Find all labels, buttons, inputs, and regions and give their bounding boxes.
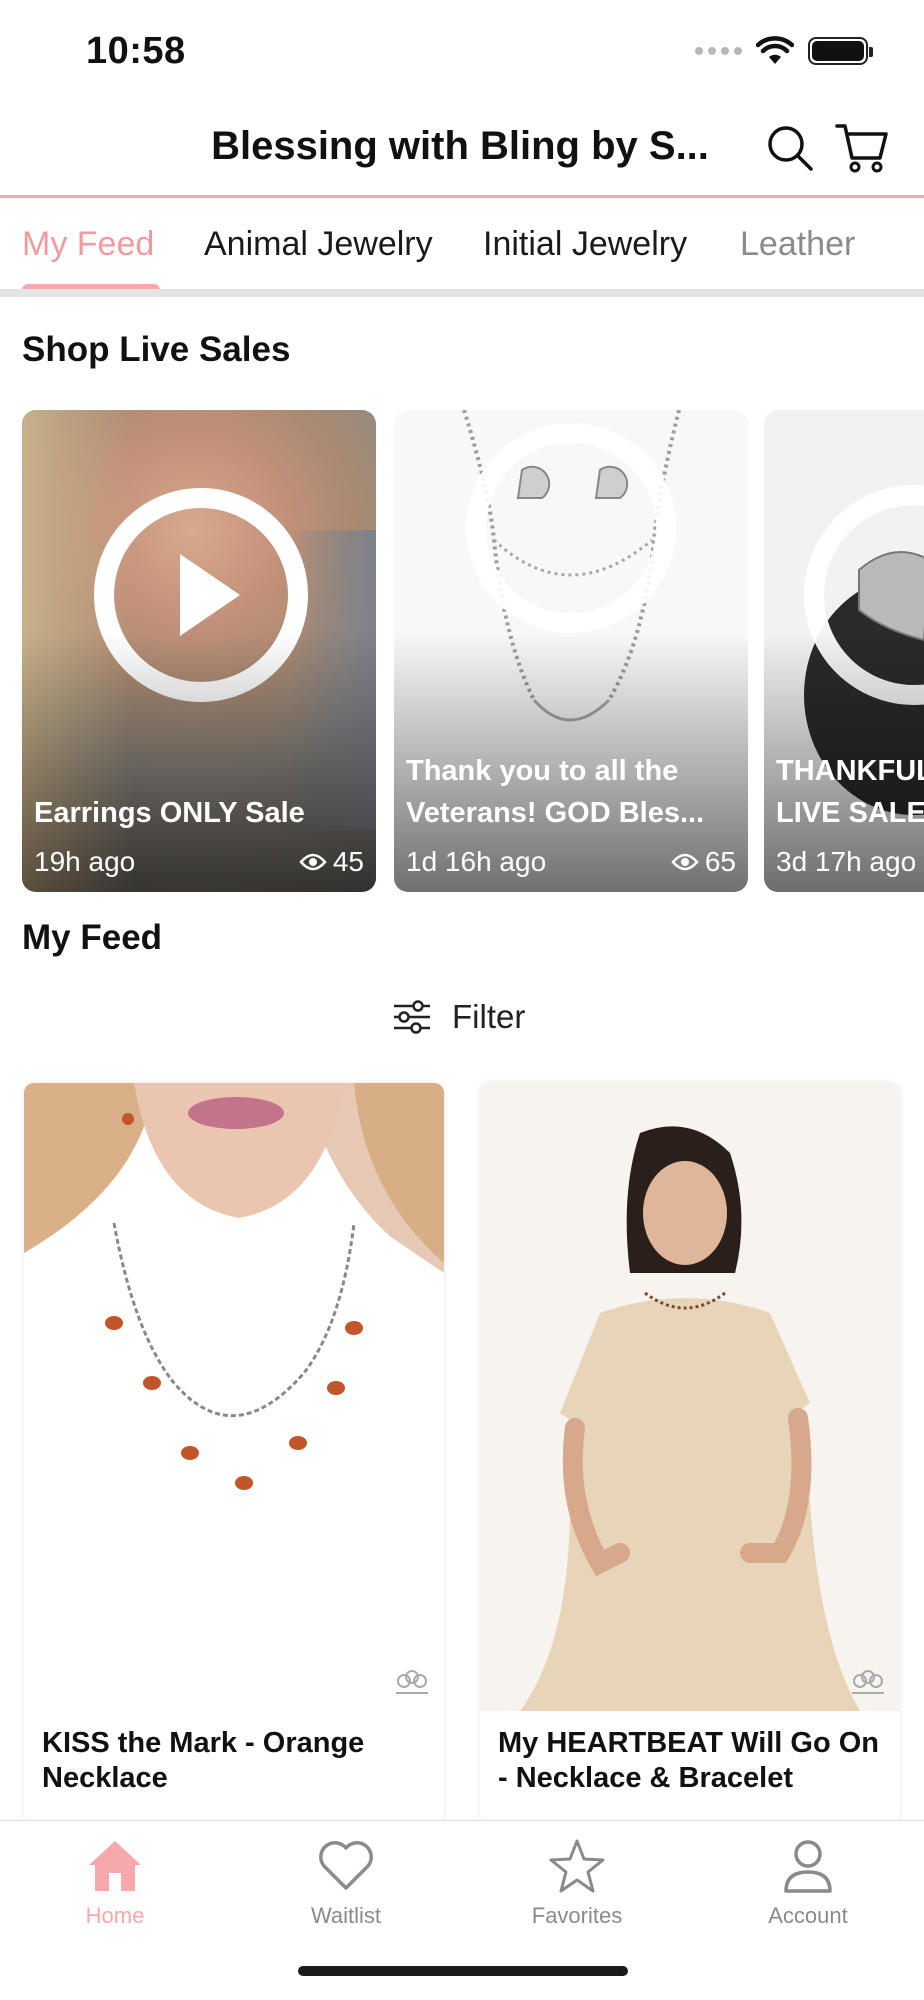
filter-label: Filter [452,998,526,1035]
tab-my-feed[interactable]: My Feed [22,225,154,264]
live-sale-card[interactable]: Thank you to all the Veterans! GOD Bles.… [394,410,748,892]
nav-account[interactable]: Account [738,1835,878,1929]
battery-icon [808,37,873,65]
star-icon [549,1839,605,1893]
heart-icon [319,1841,373,1890]
live-sale-title-line-1: THANKFUL [776,755,924,787]
status-time: 10:58 [86,30,186,72]
product-image [480,1083,900,1711]
my-feed-heading: My Feed [22,918,163,957]
home-indicator [298,1966,628,1976]
product-name: My HEARTBEAT Will Go On - Necklace & Bra… [498,1727,880,1794]
live-sale-title-line-2: LIVE SALE! [776,797,924,829]
nav-waitlist-label: Waitlist [310,1903,382,1928]
cellular-signal-icon [695,47,742,55]
eye-icon [299,853,327,871]
active-tab-indicator [22,284,160,289]
product-name: KISS the Mark - Orange Necklace [42,1727,365,1794]
tab-animal-jewelry[interactable]: Animal Jewelry [204,225,433,264]
live-sale-card[interactable]: THANKFUL LIVE SALE! 3d 17h ago [764,410,924,892]
live-sale-meta: 3d 17h ago [776,846,924,878]
product-card[interactable]: KISS the Mark - Orange Necklace [24,1083,444,1823]
brand-logo-icon [396,1670,428,1694]
status-icons [695,36,873,66]
live-sale-title-line-2: Veterans! GOD Bles... [406,797,705,829]
cart-button[interactable] [834,120,890,176]
search-icon [768,126,813,171]
eye-icon [671,853,699,871]
product-card[interactable]: My HEARTBEAT Will Go On - Necklace & Bra… [480,1083,900,1823]
live-sale-views: 65 [704,846,736,877]
app-header: Blessing with Bling by S... [0,100,924,198]
tab-leather[interactable]: Leather [740,225,855,264]
store-title: Blessing with Bling by S... [211,124,709,168]
live-sales-carousel[interactable]: Earrings ONLY Sale 19h ago 45 Thank you … [0,410,924,892]
nav-favorites[interactable]: Favorites [507,1835,647,1929]
home-icon [89,1841,141,1891]
brand-logo-icon [852,1670,884,1694]
status-bar: 10:58 [0,0,924,100]
live-sale-time: 19h ago [34,846,136,877]
nav-account-label: Account [768,1903,848,1928]
live-sale-title-line-1: Thank you to all the [406,755,679,787]
sliders-icon [394,1000,430,1034]
live-sale-meta: 1d 16h ago 65 [406,846,736,878]
live-sales-heading: Shop Live Sales [22,330,291,369]
cart-icon [835,124,888,173]
tab-initial-jewelry[interactable]: Initial Jewelry [483,225,687,264]
live-sale-title: Earrings ONLY Sale [34,797,305,829]
live-sale-card[interactable]: Earrings ONLY Sale 19h ago 45 [22,410,376,892]
live-sale-meta: 19h ago 45 [34,846,364,878]
search-button[interactable] [762,120,818,176]
live-sale-time: 1d 16h ago [406,846,547,877]
live-sale-views: 45 [332,846,364,877]
product-image [24,1083,444,1711]
nav-waitlist[interactable]: Waitlist [276,1835,416,1929]
wifi-icon [756,36,794,64]
nav-home[interactable]: Home [45,1835,185,1929]
live-sale-time: 3d 17h ago [776,846,917,877]
filter-button[interactable]: Filter [392,998,525,1036]
nav-favorites-label: Favorites [531,1903,623,1928]
account-icon [784,1840,832,1893]
nav-home-label: Home [85,1903,145,1928]
category-tabs: My Feed Animal Jewelry Initial Jewelry L… [0,201,924,297]
